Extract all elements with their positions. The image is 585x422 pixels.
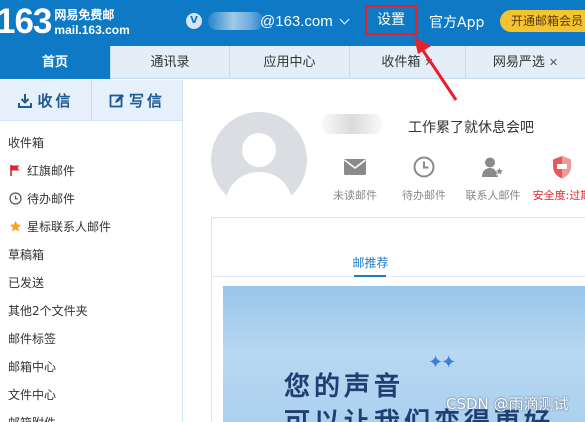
- sparkle-icon: ✦✦: [428, 352, 456, 373]
- contact-star-icon: [458, 154, 528, 180]
- tab-contacts[interactable]: 通讯录: [111, 46, 230, 79]
- settings-link[interactable]: 设置: [365, 5, 417, 35]
- mail-logo[interactable]: 163 网易免费邮 mail.163.com: [0, 4, 130, 40]
- folder-attachments[interactable]: 邮箱附件: [0, 408, 182, 422]
- folder-label: 文件中心: [8, 387, 57, 402]
- folder-mail-tags[interactable]: 邮件标签: [0, 324, 182, 352]
- clock-icon: [389, 154, 459, 180]
- folder-label: 红旗邮件: [27, 163, 76, 178]
- user-email: @163.com: [260, 12, 333, 30]
- folder-label: 邮件标签: [8, 331, 57, 346]
- folder-inbox[interactable]: 收件箱: [0, 128, 182, 156]
- download-icon: [18, 93, 33, 108]
- tab-bar: 首页 通讯录 应用中心 收件箱 ✕ 网易严选 ✕: [0, 46, 585, 79]
- chevron-down-icon: [339, 14, 350, 24]
- tab-label: 网易严选: [492, 55, 545, 70]
- stat-unread[interactable]: 未读邮件: [320, 154, 390, 203]
- folder-label: 收件箱: [8, 135, 45, 150]
- sidebar: 收信 写信 收件箱 红旗邮件 待办邮件 星标联系人邮件 草稿箱 已发送 其他2个…: [0, 80, 183, 422]
- close-icon[interactable]: ✕: [424, 46, 433, 79]
- watermark: CSDN @雨滴测试: [446, 395, 569, 413]
- folder-label: 其他2个文件夹: [8, 303, 88, 318]
- redacted-name: [322, 114, 382, 134]
- tab-inbox[interactable]: 收件箱 ✕: [350, 46, 466, 79]
- user-avatar: V: [186, 13, 202, 29]
- close-icon[interactable]: ✕: [549, 46, 558, 79]
- tab-yanxuan[interactable]: 网易严选 ✕: [466, 46, 585, 79]
- stat-label: 未读邮件: [333, 189, 377, 202]
- folder-list: 收件箱 红旗邮件 待办邮件 星标联系人邮件 草稿箱 已发送 其他2个文件夹 邮件…: [0, 128, 182, 422]
- redacted-username: [208, 12, 264, 30]
- folder-mailbox-center[interactable]: 邮箱中心: [0, 352, 182, 380]
- tab-label: 收件箱: [381, 55, 421, 70]
- stat-todo[interactable]: 待办邮件: [389, 154, 459, 203]
- shield-icon: [522, 154, 585, 180]
- clock-icon: [8, 191, 22, 205]
- envelope-icon: [320, 154, 390, 180]
- stat-label: 安全度:过期: [532, 189, 585, 202]
- top-header: 163 网易免费邮 mail.163.com V @163.com 设置 官方A…: [0, 0, 585, 46]
- folder-label: 已发送: [8, 275, 45, 290]
- recommend-tab-indicator: [354, 275, 386, 277]
- folder-todo[interactable]: 待办邮件: [0, 184, 182, 212]
- folder-sent[interactable]: 已发送: [0, 268, 182, 296]
- tab-label: 首页: [41, 55, 68, 70]
- write-mail-label: 写信: [128, 92, 165, 110]
- red-flag-icon: [8, 163, 22, 177]
- stat-security[interactable]: 安全度:过期: [522, 154, 585, 203]
- logo-domain-text: mail.163.com: [54, 22, 130, 37]
- star-icon: [8, 219, 22, 233]
- recommend-tab[interactable]: 邮推荐: [212, 254, 529, 271]
- official-app-link[interactable]: 官方App: [429, 12, 484, 32]
- account-menu[interactable]: V @163.com: [186, 12, 350, 30]
- logo-brand-text: 网易免费邮: [54, 7, 115, 22]
- banner-headline: 您的声音: [284, 372, 405, 402]
- folder-label: 待办邮件: [27, 191, 76, 206]
- profile-motto[interactable]: 工作累了就休息会吧: [408, 117, 534, 137]
- person-silhouette-icon: [225, 133, 293, 208]
- folder-label: 邮箱中心: [8, 359, 57, 374]
- logo-number: 163: [0, 2, 52, 41]
- tab-app-center[interactable]: 应用中心: [230, 46, 350, 79]
- open-vip-button[interactable]: 开通邮箱会员: [500, 10, 585, 32]
- stat-contacts[interactable]: 联系人邮件: [458, 154, 528, 203]
- receive-mail-label: 收信: [37, 92, 74, 110]
- tab-label: 通讯录: [150, 55, 190, 70]
- folder-label: 邮箱附件: [8, 414, 56, 422]
- folder-drafts[interactable]: 草稿箱: [0, 240, 182, 268]
- folder-label: 草稿箱: [8, 247, 45, 262]
- profile-avatar[interactable]: [211, 112, 307, 208]
- folder-other[interactable]: 其他2个文件夹: [0, 296, 182, 324]
- folder-red-flag[interactable]: 红旗邮件: [0, 156, 182, 184]
- write-mail-button[interactable]: 写信: [91, 80, 182, 121]
- stat-label: 待办邮件: [402, 189, 446, 202]
- tab-home[interactable]: 首页: [0, 46, 111, 79]
- tab-label: 应用中心: [263, 55, 316, 70]
- folder-label: 星标联系人邮件: [27, 219, 112, 234]
- stat-label: 联系人邮件: [465, 189, 521, 202]
- receive-mail-button[interactable]: 收信: [0, 80, 91, 121]
- edit-icon: [109, 93, 124, 107]
- folder-file-center[interactable]: 文件中心: [0, 380, 182, 408]
- folder-starred-contacts[interactable]: 星标联系人邮件: [0, 212, 182, 240]
